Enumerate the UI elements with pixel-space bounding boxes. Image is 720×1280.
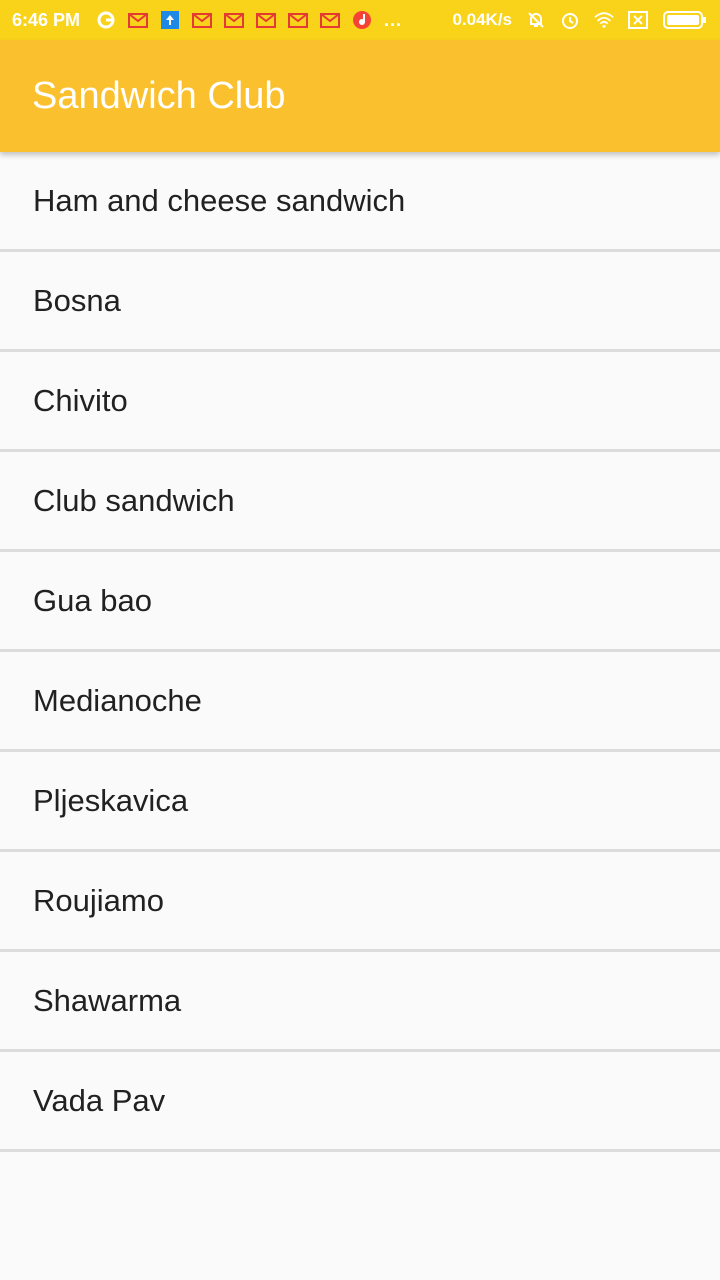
list-item-label: Roujiamo <box>33 882 164 918</box>
list-item-label: Bosna <box>33 282 121 318</box>
alarm-icon <box>560 12 580 29</box>
list-item[interactable]: Vada Pav <box>0 1052 720 1152</box>
app-bar: Sandwich Club <box>0 40 720 152</box>
gmail-icon <box>224 12 245 28</box>
gmail-icon <box>192 12 213 28</box>
list-item[interactable]: Ham and cheese sandwich <box>0 152 720 252</box>
music-icon <box>352 11 372 29</box>
wifi-icon <box>594 12 614 28</box>
status-bar-left: 6:46 PM ... <box>12 10 402 31</box>
list-item-label: Club sandwich <box>33 482 235 518</box>
upload-icon <box>160 11 180 29</box>
list-item-label: Ham and cheese sandwich <box>33 182 406 218</box>
list-item-label: Shawarma <box>33 982 182 1018</box>
list-item[interactable]: Roujiamo <box>0 852 720 952</box>
gmail-icon <box>288 12 309 28</box>
app-title: Sandwich Club <box>32 74 286 117</box>
list-item-label: Medianoche <box>33 682 202 718</box>
gmail-icon <box>128 12 149 28</box>
sandwich-list: Ham and cheese sandwich Bosna Chivito Cl… <box>0 152 720 1152</box>
list-item-label: Gua bao <box>33 582 152 618</box>
notifications-off-icon <box>526 12 546 28</box>
list-item[interactable]: Pljeskavica <box>0 752 720 852</box>
gmail-icon <box>256 12 277 28</box>
list-item-label: Chivito <box>33 382 128 418</box>
list-item[interactable]: Bosna <box>0 252 720 352</box>
list-item[interactable]: Chivito <box>0 352 720 452</box>
more-notifications: ... <box>384 9 403 30</box>
status-time: 6:46 PM <box>12 9 81 30</box>
list-item-label: Vada Pav <box>33 1082 166 1118</box>
status-bar: 6:46 PM ... 0.04K/s <box>0 0 720 40</box>
battery-icon <box>662 11 708 29</box>
list-item[interactable]: Club sandwich <box>0 452 720 552</box>
status-bar-right: 0.04K/s <box>452 10 708 30</box>
list-item[interactable]: Medianoche <box>0 652 720 752</box>
google-icon <box>96 11 116 29</box>
list-item[interactable]: Gua bao <box>0 552 720 652</box>
list-item-label: Pljeskavica <box>33 782 189 818</box>
sim-icon <box>628 11 648 29</box>
gmail-icon <box>320 12 341 28</box>
network-speed: 0.04K/s <box>452 10 512 29</box>
list-item[interactable]: Shawarma <box>0 952 720 1052</box>
